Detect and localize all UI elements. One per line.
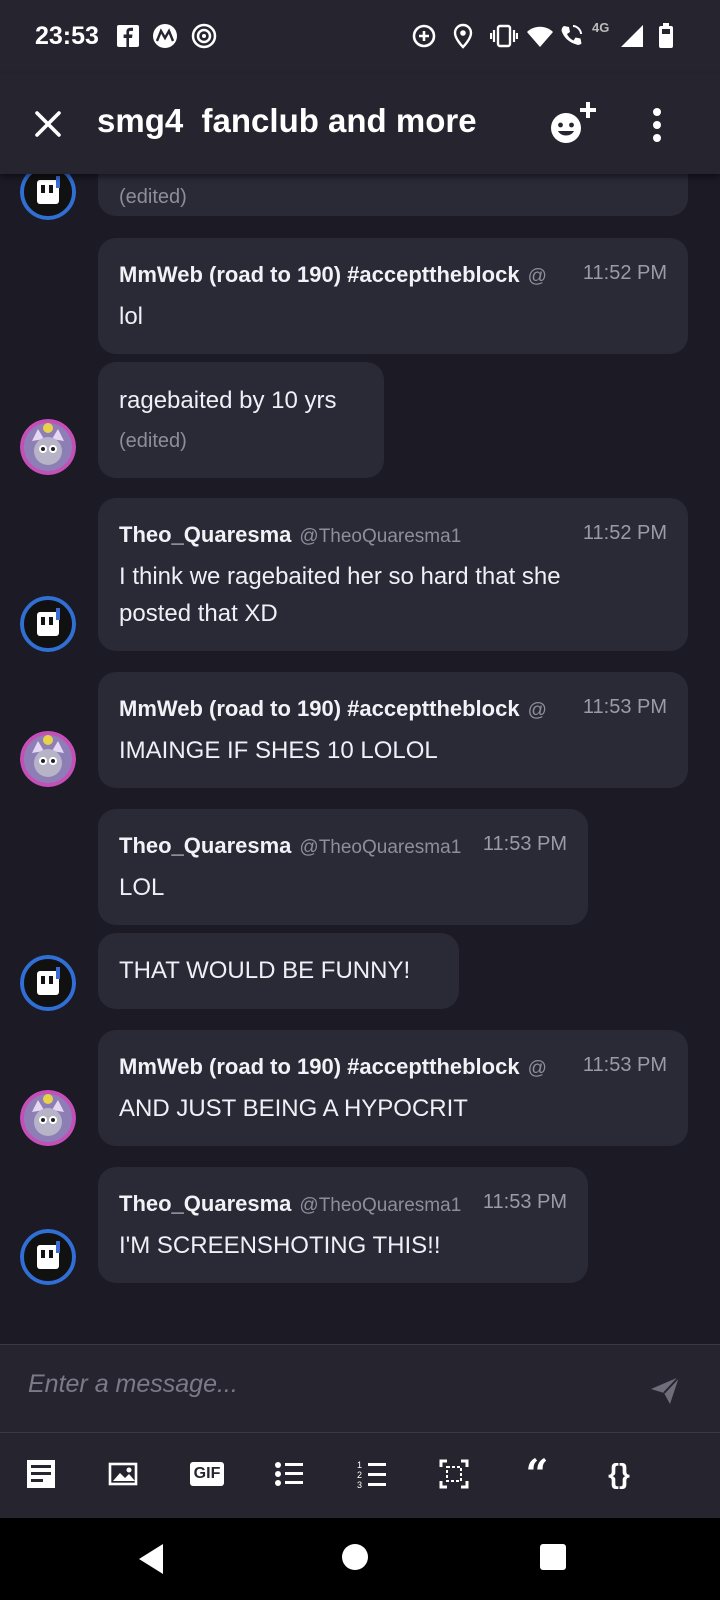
author-name[interactable]: MmWeb (road to 190) #accepttheblock [119,696,520,721]
message-bubble[interactable]: ragebaited by 10 yrs (edited) [98,362,384,478]
message-text: LOL [119,874,165,901]
send-icon[interactable] [648,1373,682,1407]
gif-label: GIF [189,1462,225,1486]
message-bubble[interactable]: MmWeb (road to 190) #accepttheblock @ 11:… [98,238,688,354]
wifi-icon [526,22,554,50]
avatar[interactable] [20,419,76,475]
author-handle: @TheoQuaresma1 [299,1195,462,1216]
message-time: 11:53 PM [470,1191,567,1214]
message-bubble[interactable]: MmWeb (road to 190) #accepttheblock @ 11:… [98,1030,688,1146]
svg-text:2: 2 [357,1470,362,1480]
author-name[interactable]: Theo_Quaresma [119,522,291,547]
bulleted-list-icon[interactable] [272,1457,306,1491]
edited-label: (edited) [119,186,187,208]
status-time: 23:53 [35,22,99,50]
author-handle: @TheoQuaresma1 [299,526,462,547]
edited-label: (edited) [119,430,187,452]
author-name[interactable]: Theo_Quaresma [119,1191,291,1216]
author-name[interactable]: MmWeb (road to 190) #accepttheblock [119,262,520,287]
wifi-calling-icon [558,22,586,50]
message-meta: Theo_Quaresma @TheoQuaresma1 11:53 PM [119,1191,567,1221]
author-handle: @ [527,700,547,721]
svg-text:1: 1 [357,1460,362,1470]
message-time: 11:52 PM [570,262,667,285]
avatar[interactable] [20,174,76,220]
recents-icon[interactable] [538,1542,572,1576]
message-meta: Theo_Quaresma @TheoQuaresma1 11:52 PM [119,522,667,552]
message-list[interactable]: (edited) MmWeb (road to 190) #accepttheb… [0,174,720,1344]
message-time: 11:53 PM [570,696,667,719]
chat-title: smg4 fanclub and more [97,102,477,139]
author-handle: @TheoQuaresma1 [299,837,462,858]
message-bubble[interactable]: (edited) [98,174,688,216]
close-icon[interactable] [28,104,68,144]
home-icon[interactable] [340,1542,374,1576]
message-meta: Theo_Quaresma @TheoQuaresma1 11:53 PM [119,833,567,863]
system-navigation-bar [0,1518,720,1600]
text-format-icon[interactable] [24,1457,58,1491]
message-text: lol [119,303,144,330]
image-icon[interactable] [107,1457,141,1491]
author-name[interactable]: Theo_Quaresma [119,833,291,858]
formatting-toolbar: GIF 123 “ {} [0,1432,720,1519]
message-composer: Enter a message... [0,1344,720,1433]
more-options-icon[interactable] [642,104,672,146]
message-input[interactable]: Enter a message... [28,1370,238,1399]
vibrate-icon [490,22,518,50]
message-bubble[interactable]: Theo_Quaresma @TheoQuaresma1 11:53 PM I'M… [98,1167,588,1283]
message-text: AND JUST BEING A HYPOCRIT [119,1095,468,1122]
message-bubble[interactable]: Theo_Quaresma @TheoQuaresma1 11:52 PM I t… [98,498,688,651]
message-text: IMAINGE IF SHES 10 LOLOL [119,737,438,764]
author-name[interactable]: MmWeb (road to 190) #accepttheblock [119,1054,520,1079]
message-bubble[interactable]: Theo_Quaresma @TheoQuaresma1 11:53 PM LOL [98,809,588,925]
quote-icon[interactable]: “ [520,1451,554,1498]
data-saver-icon [410,22,438,50]
author-handle: @ [527,266,547,287]
battery-icon [652,22,680,50]
message-meta: MmWeb (road to 190) #accepttheblock @ 11:… [119,696,667,726]
message-text: THAT WOULD BE FUNNY! [119,957,411,984]
spoiler-icon[interactable] [437,1457,471,1491]
message-time: 11:52 PM [570,522,667,545]
message-text: I'M SCREENSHOTING THIS!! [119,1232,441,1259]
svg-text:3: 3 [357,1480,362,1489]
avatar[interactable] [20,1229,76,1285]
network-type-label: 4G [592,20,610,35]
chat-header: smg4 fanclub and more [0,74,720,174]
avatar[interactable] [20,596,76,652]
message-text: I think we ragebaited her so hard that s… [119,563,561,627]
add-member-icon[interactable] [548,100,600,148]
message-time: 11:53 PM [470,833,567,856]
signal-icon [618,22,646,50]
motorola-icon [151,22,179,50]
target-icon [190,22,218,50]
facebook-icon [114,22,142,50]
message-meta: MmWeb (road to 190) #accepttheblock @ 11:… [119,1054,667,1084]
message-text: ragebaited by 10 yrs [119,387,337,414]
author-handle: @ [527,1058,547,1079]
avatar[interactable] [20,955,76,1011]
code-block-icon[interactable]: {} [602,1457,636,1491]
back-icon[interactable] [136,1542,170,1576]
status-bar: 23:53 4G [0,0,720,74]
numbered-list-icon[interactable]: 123 [355,1457,389,1491]
avatar[interactable] [20,731,76,787]
message-meta: MmWeb (road to 190) #accepttheblock @ 11:… [119,262,667,292]
avatar[interactable] [20,1090,76,1146]
message-bubble[interactable]: THAT WOULD BE FUNNY! [98,933,459,1009]
location-icon [449,22,477,50]
message-bubble[interactable]: MmWeb (road to 190) #accepttheblock @ 11:… [98,672,688,788]
message-time: 11:53 PM [570,1054,667,1077]
gif-button[interactable]: GIF [189,1457,225,1491]
